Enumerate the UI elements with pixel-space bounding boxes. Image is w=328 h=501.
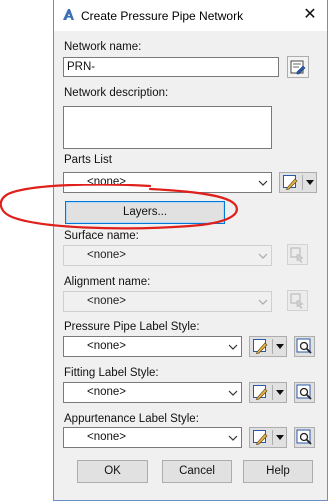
parts-list-value: <none> (87, 176, 127, 188)
alignment-pick-button (287, 290, 308, 311)
magnifier-icon (296, 384, 312, 400)
edit-style-icon (283, 175, 298, 190)
edit-style-icon (253, 339, 268, 354)
surface-name-dropdown: <none> (63, 245, 272, 266)
network-name-field[interactable]: PRN- (63, 57, 279, 77)
fitting-style-preview-button[interactable] (294, 382, 315, 403)
civil3d-app-icon (61, 7, 76, 22)
surface-pick-button (287, 244, 308, 265)
dialog-body: Network name: PRN- Network description: … (54, 31, 327, 500)
dropdown-arrow-icon (276, 344, 284, 349)
dropdown-arrow-icon (276, 390, 284, 395)
pressure-pipe-style-preview-button[interactable] (294, 336, 315, 357)
appurtenance-style-preview-button[interactable] (294, 427, 315, 448)
name-template-icon (290, 60, 306, 75)
appurtenance-label-style-label: Appurtenance Label Style: (64, 413, 199, 425)
surface-name-value: <none> (87, 249, 127, 261)
name-template-button[interactable] (287, 56, 309, 78)
surface-name-label: Surface name: (64, 230, 139, 242)
alignment-name-label: Alignment name: (64, 276, 151, 288)
cancel-button[interactable]: Cancel (162, 460, 232, 483)
fitting-label-style-dropdown[interactable]: <none> (63, 382, 242, 403)
close-icon[interactable]: ✕ (299, 5, 321, 25)
appurtenance-label-style-value: <none> (87, 431, 127, 443)
chevron-down-icon (258, 299, 268, 305)
alignment-name-value: <none> (87, 295, 127, 307)
pressure-pipe-label-style-value: <none> (87, 340, 127, 352)
edit-style-icon (253, 430, 268, 445)
network-description-label: Network description: (64, 87, 169, 99)
chevron-down-icon (228, 435, 238, 441)
network-name-label: Network name: (64, 41, 142, 53)
dialog-title: Create Pressure Pipe Network (81, 9, 244, 23)
appurtenance-style-edit-split-button[interactable] (249, 427, 287, 448)
fitting-label-style-value: <none> (87, 386, 127, 398)
layers-button[interactable]: Layers... (65, 201, 225, 224)
split-separator (272, 339, 273, 354)
parts-list-dropdown[interactable]: <none> (63, 172, 272, 193)
dropdown-arrow-icon (276, 435, 284, 440)
chevron-down-icon (258, 180, 268, 186)
chevron-down-icon (258, 253, 268, 259)
appurtenance-label-style-dropdown[interactable]: <none> (63, 427, 242, 448)
pressure-pipe-style-edit-split-button[interactable] (249, 336, 287, 357)
split-separator (272, 385, 273, 400)
split-separator (302, 175, 303, 190)
magnifier-icon (296, 338, 312, 354)
parts-list-label: Parts List (64, 154, 112, 166)
pressure-pipe-label-style-dropdown[interactable]: <none> (63, 336, 242, 357)
fitting-label-style-label: Fitting Label Style: (64, 367, 159, 379)
help-button[interactable]: Help (243, 460, 313, 483)
pick-from-drawing-icon (290, 247, 304, 263)
create-pressure-pipe-network-dialog: Create Pressure Pipe Network ✕ Network n… (53, 0, 328, 501)
title-bar: Create Pressure Pipe Network ✕ (54, 0, 327, 31)
pressure-pipe-label-style-label: Pressure Pipe Label Style: (64, 321, 200, 333)
ok-button[interactable]: OK (77, 460, 148, 483)
chevron-down-icon (228, 344, 238, 350)
pick-from-drawing-icon (290, 293, 304, 309)
split-separator (272, 430, 273, 445)
parts-list-edit-split-button[interactable] (279, 172, 317, 193)
edit-style-icon (253, 385, 268, 400)
alignment-name-dropdown: <none> (63, 291, 272, 312)
network-description-field[interactable] (63, 106, 272, 149)
fitting-style-edit-split-button[interactable] (249, 382, 287, 403)
dropdown-arrow-icon (306, 180, 314, 185)
chevron-down-icon (228, 390, 238, 396)
magnifier-icon (296, 429, 312, 445)
